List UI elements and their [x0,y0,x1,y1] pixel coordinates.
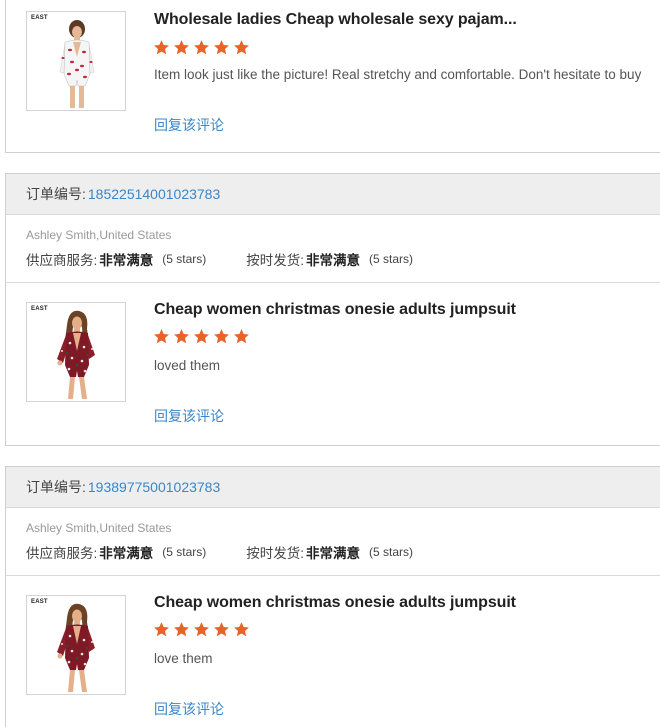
buyer-name: Ashley Smith,United States [26,228,172,242]
star-icon [194,329,209,344]
star-icon [214,622,229,637]
star-icon [234,40,249,55]
on-time-delivery-value: 非常满意 [306,253,361,268]
supplier-service-rating: 供应商服务: 非常满意 (5 stars) [26,249,206,269]
supplier-service-label: 供应商服务: [26,253,98,268]
on-time-delivery-stars: (5 stars) [369,252,414,266]
white-romper-model-image [59,20,95,108]
star-icon [154,40,169,55]
supplier-service-stars: (5 stars) [162,252,207,266]
seller-ratings: 供应商服务: 非常满意 (5 stars) 按时发货: 非常满意 (5 star… [26,542,660,562]
thumbnail-brand: EAST [31,599,48,605]
supplier-service-value: 非常满意 [99,253,154,268]
reply-link[interactable]: 回复该评论 [154,115,224,135]
on-time-delivery-rating: 按时发货: 非常满意 (5 stars) [246,249,413,269]
review-card: EAST Wholesale ladies Cheap wholesale se… [5,0,660,153]
product-row: EAST Cheap women christmas onesie adults… [6,576,660,727]
red-romper-model-image [57,310,95,399]
star-icon [154,329,169,344]
product-title[interactable]: Cheap women christmas onesie adults jump… [154,594,516,612]
star-icon [234,622,249,637]
product-thumbnail[interactable]: EAST [26,595,126,695]
seller-ratings: 供应商服务: 非常满意 (5 stars) 按时发货: 非常满意 (5 star… [26,249,660,269]
thumbnail-brand: EAST [31,15,48,21]
rating-stars [153,39,253,56]
star-icon [194,40,209,55]
star-icon [194,622,209,637]
product-title[interactable]: Wholesale ladies Cheap wholesale sexy pa… [154,11,517,29]
order-no-label: 订单编号: [26,479,86,495]
product-thumbnail[interactable]: EAST [26,302,126,402]
review-card: 订单编号: 18522514001023783 Ashley Smith,Uni… [5,173,660,446]
on-time-delivery-label: 按时发货: [246,253,305,268]
buyer-name: Ashley Smith,United States [26,521,172,535]
order-no-link[interactable]: 19389775001023783 [88,479,220,495]
order-no-label: 订单编号: [26,186,86,202]
on-time-delivery-label: 按时发货: [246,546,305,561]
red-romper-model-image [57,603,95,692]
buyer-info: Ashley Smith,United States 供应商服务: 非常满意 (… [6,215,660,283]
star-icon [174,329,189,344]
review-comment: loved them [154,358,221,373]
supplier-service-rating: 供应商服务: 非常满意 (5 stars) [26,542,206,562]
buyer-info: Ashley Smith,United States 供应商服务: 非常满意 (… [6,508,660,576]
star-icon [174,40,189,55]
review-card: 订单编号: 19389775001023783 Ashley Smith,Uni… [5,466,660,727]
on-time-delivery-rating: 按时发货: 非常满意 (5 stars) [246,542,413,562]
star-icon [214,40,229,55]
order-no-link[interactable]: 18522514001023783 [88,186,220,202]
product-row: EAST Cheap women christmas onesie adults… [6,283,660,445]
reply-link[interactable]: 回复该评论 [154,406,224,426]
order-header: 订单编号: 18522514001023783 [6,174,660,215]
supplier-service-stars: (5 stars) [162,545,207,559]
review-comment: Item look just like the picture! Real st… [154,67,642,82]
product-row: EAST Wholesale ladies Cheap wholesale se… [6,0,660,161]
rating-stars [153,621,253,638]
reply-link[interactable]: 回复该评论 [154,699,224,719]
thumbnail-brand: EAST [31,306,48,312]
product-title[interactable]: Cheap women christmas onesie adults jump… [154,301,516,319]
on-time-delivery-value: 非常满意 [306,546,361,561]
supplier-service-value: 非常满意 [99,546,154,561]
on-time-delivery-stars: (5 stars) [369,545,414,559]
review-comment: love them [154,651,213,666]
rating-stars [153,328,253,345]
order-header: 订单编号: 19389775001023783 [6,467,660,508]
star-icon [234,329,249,344]
product-thumbnail[interactable]: EAST [26,11,126,111]
supplier-service-label: 供应商服务: [26,546,98,561]
star-icon [214,329,229,344]
star-icon [174,622,189,637]
star-icon [154,622,169,637]
